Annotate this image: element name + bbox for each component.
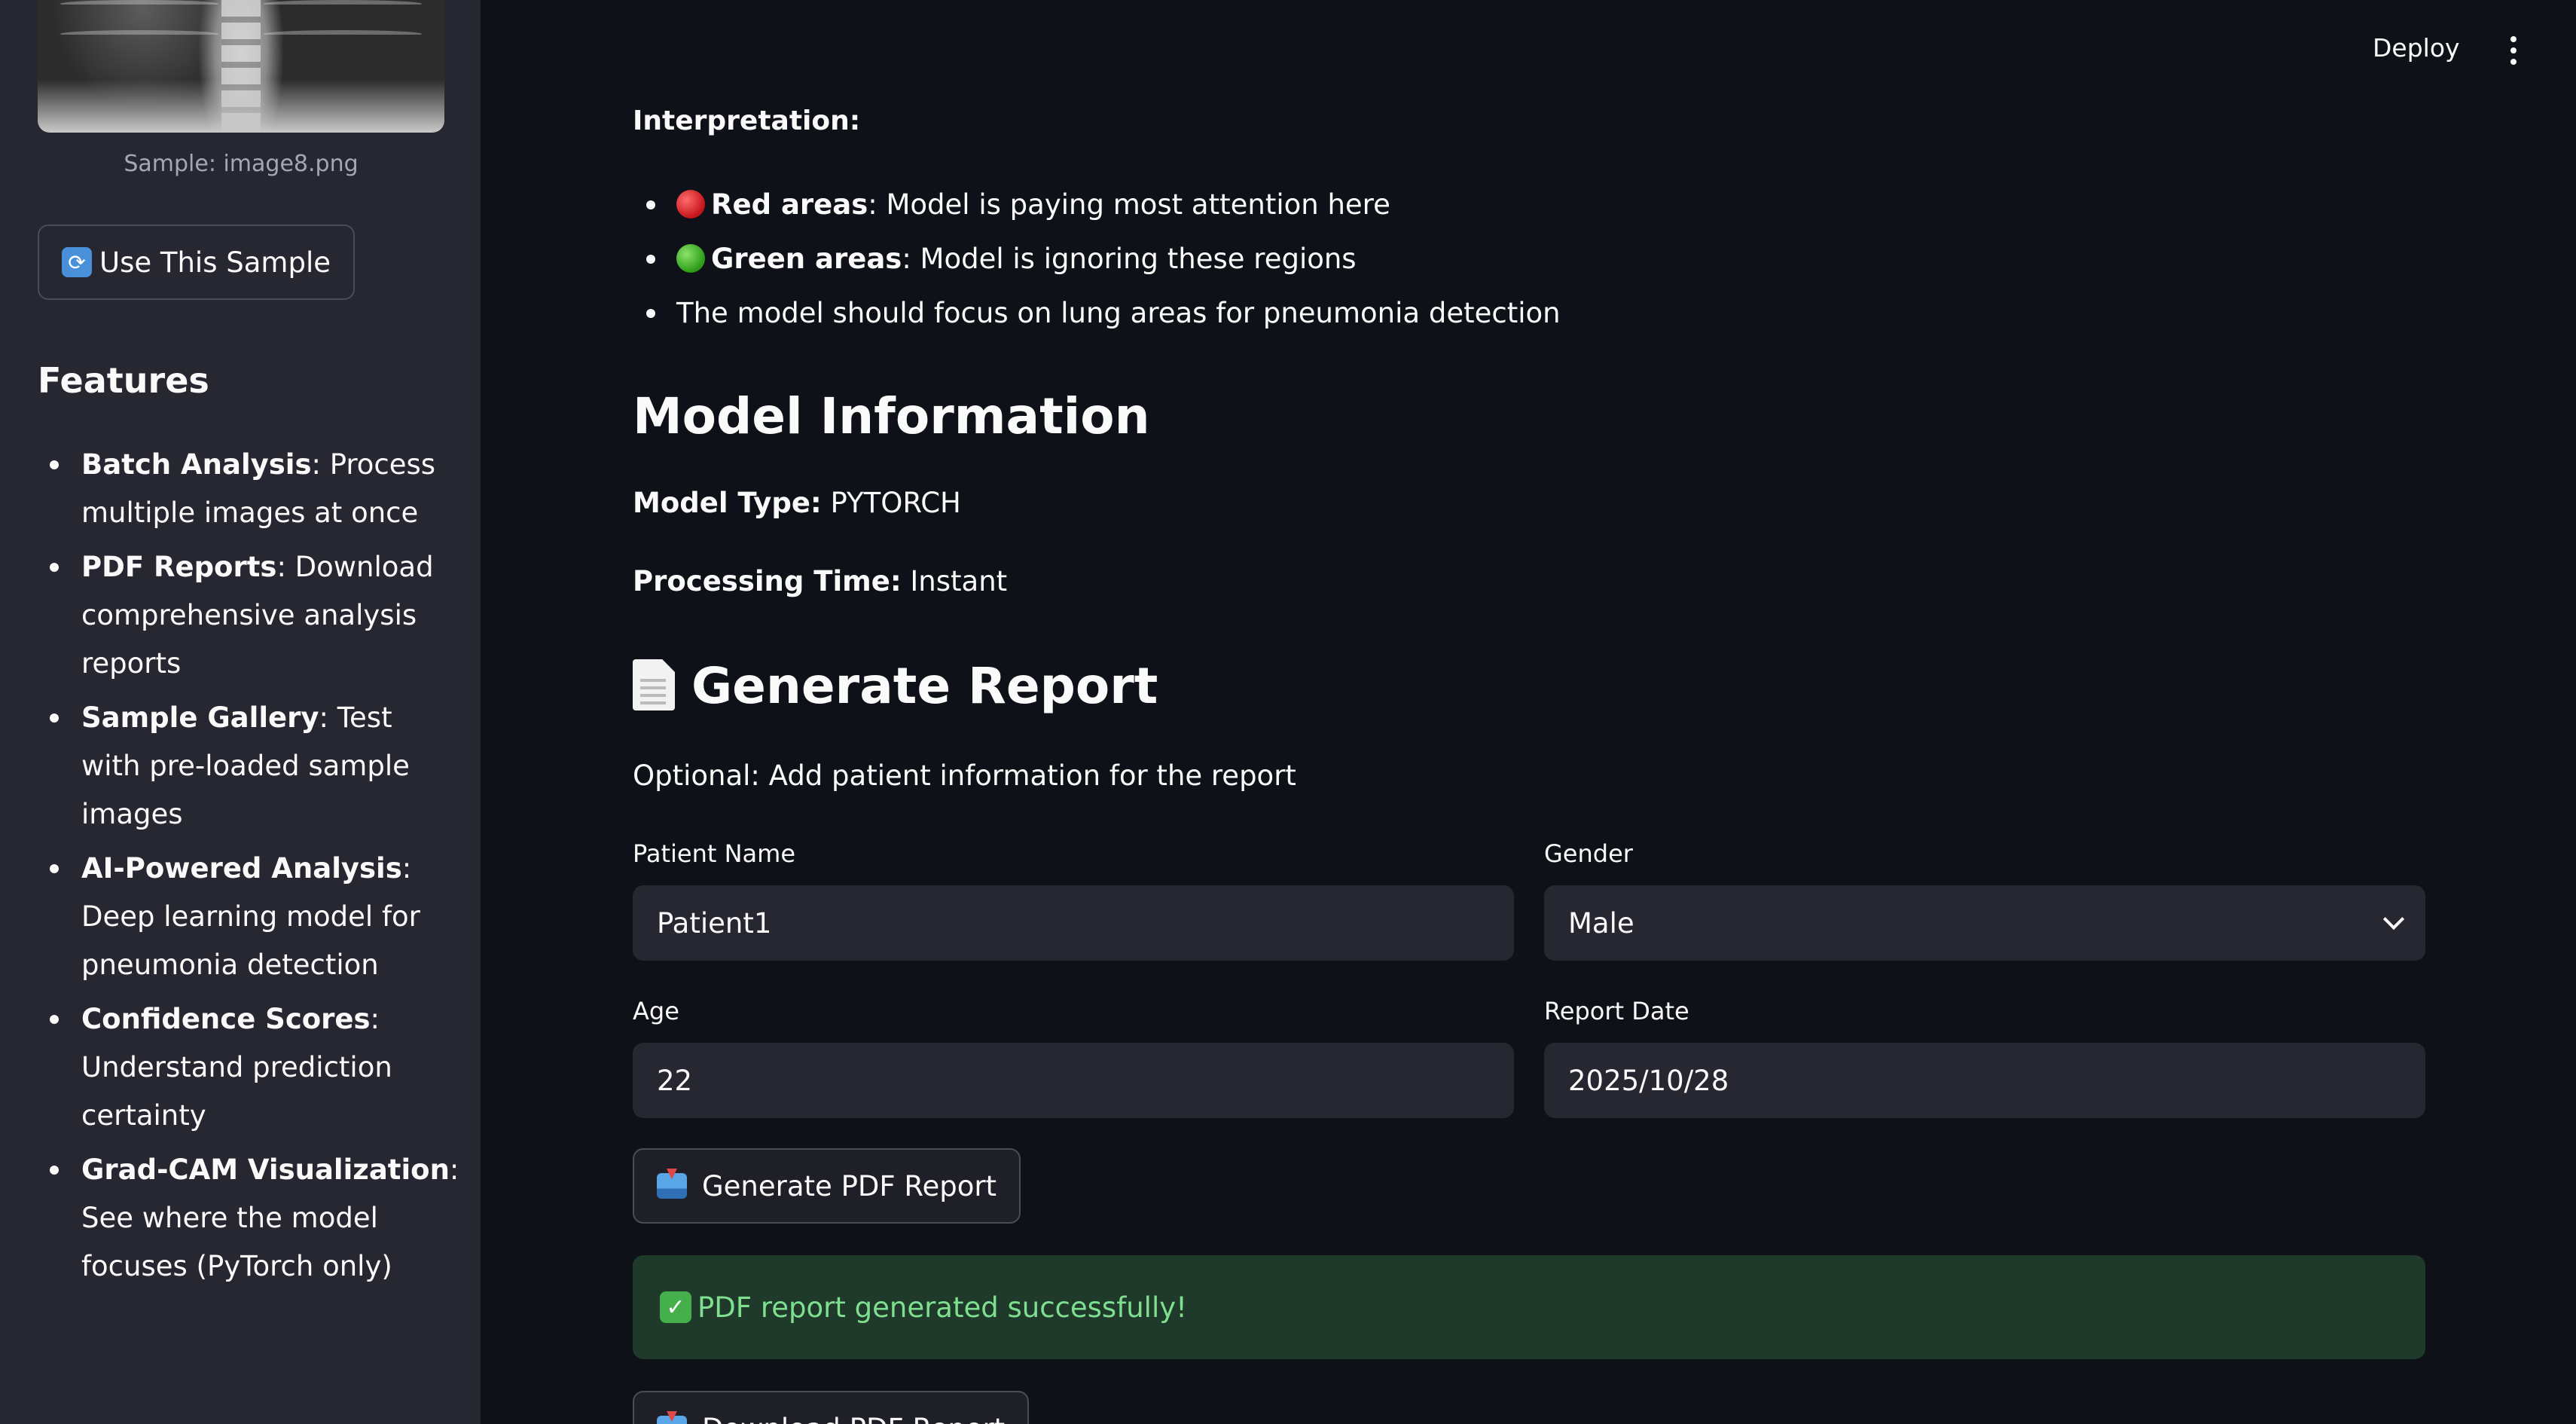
sidebar: Sample: image8.png ⟳ Use This Sample Fea… bbox=[0, 0, 481, 1424]
download-pdf-label: Download PDF Report bbox=[702, 1413, 1005, 1424]
feature-title: Sample Gallery bbox=[81, 701, 319, 734]
generate-pdf-label: Generate PDF Report bbox=[702, 1169, 997, 1202]
features-list: Batch Analysis: Process multiple images … bbox=[38, 441, 459, 1297]
model-info-heading: Model Information bbox=[633, 387, 1150, 445]
interpretation-bold: Red areas bbox=[711, 188, 868, 221]
model-type-label: Model Type: bbox=[633, 487, 822, 519]
feature-item: AI-Powered Analysis: Deep learning model… bbox=[38, 845, 459, 989]
gender-label: Gender bbox=[1544, 839, 1633, 868]
model-type-value: PYTORCH bbox=[830, 487, 961, 519]
feature-title: AI-Powered Analysis bbox=[81, 852, 402, 885]
success-alert: ✓ PDF report generated successfully! bbox=[633, 1255, 2425, 1359]
inbox-tray-icon bbox=[657, 1411, 687, 1424]
interpretation-text: : Model is paying most attention here bbox=[868, 188, 1390, 221]
feature-item: Batch Analysis: Process multiple images … bbox=[38, 441, 459, 537]
inbox-tray-icon bbox=[657, 1169, 687, 1199]
interpretation-heading: Interpretation: bbox=[633, 105, 861, 136]
patient-name-value: Patient1 bbox=[657, 906, 772, 940]
success-message: PDF report generated successfully! bbox=[697, 1291, 1187, 1324]
refresh-icon: ⟳ bbox=[62, 247, 92, 277]
generate-report-heading: Generate Report bbox=[633, 657, 1158, 715]
app-root: Sample: image8.png ⟳ Use This Sample Fea… bbox=[0, 0, 2576, 1424]
age-value: 22 bbox=[657, 1064, 693, 1097]
feature-title: Grad-CAM Visualization bbox=[81, 1154, 450, 1186]
feature-item: PDF Reports: Download comprehensive anal… bbox=[38, 543, 459, 688]
feature-item: Sample Gallery: Test with pre-loaded sam… bbox=[38, 694, 459, 839]
report-date-input[interactable]: 2025/10/28 bbox=[1544, 1043, 2425, 1118]
main-content: Interpretation: Red areas: Model is payi… bbox=[633, 0, 2425, 1424]
feature-title: PDF Reports bbox=[81, 551, 277, 583]
interpretation-item: Green areas: Model is ignoring these reg… bbox=[633, 232, 2139, 286]
green-circle-icon bbox=[676, 244, 705, 273]
interpretation-item: Red areas: Model is paying most attentio… bbox=[633, 178, 2139, 232]
report-subtitle: Optional: Add patient information for th… bbox=[633, 759, 1296, 792]
chevron-down-icon bbox=[2382, 908, 2405, 930]
check-mark-icon: ✓ bbox=[660, 1291, 691, 1323]
red-circle-icon bbox=[676, 190, 705, 218]
sample-xray-image bbox=[38, 0, 444, 133]
patient-name-label: Patient Name bbox=[633, 839, 795, 868]
gender-select[interactable]: Male bbox=[1544, 885, 2425, 961]
patient-name-input[interactable]: Patient1 bbox=[633, 885, 1514, 961]
interpretation-text: The model should focus on lung areas for… bbox=[676, 297, 1561, 329]
age-label: Age bbox=[633, 997, 679, 1025]
features-heading: Features bbox=[38, 360, 209, 401]
use-sample-button[interactable]: ⟳ Use This Sample bbox=[38, 225, 355, 300]
feature-title: Confidence Scores bbox=[81, 1003, 371, 1035]
use-sample-label: Use This Sample bbox=[99, 246, 331, 279]
interpretation-list: Red areas: Model is paying most attentio… bbox=[633, 178, 2139, 341]
processing-time-row: Processing Time: Instant bbox=[633, 564, 1007, 600]
sample-caption: Sample: image8.png bbox=[124, 151, 359, 177]
age-input[interactable]: 22 bbox=[633, 1043, 1514, 1118]
interpretation-item: The model should focus on lung areas for… bbox=[633, 286, 2139, 341]
gender-value: Male bbox=[1568, 906, 1634, 940]
interpretation-bold: Green areas bbox=[711, 243, 902, 275]
generate-report-title: Generate Report bbox=[691, 657, 1158, 715]
document-icon bbox=[633, 659, 675, 710]
interpretation-text: : Model is ignoring these regions bbox=[902, 243, 1357, 275]
report-date-value: 2025/10/28 bbox=[1568, 1064, 1729, 1097]
feature-item: Confidence Scores: Understand prediction… bbox=[38, 995, 459, 1140]
model-type-row: Model Type: PYTORCH bbox=[633, 485, 961, 521]
download-pdf-button[interactable]: Download PDF Report bbox=[633, 1391, 1030, 1424]
more-vert-icon[interactable] bbox=[2502, 36, 2525, 66]
feature-title: Batch Analysis bbox=[81, 448, 312, 481]
generate-pdf-button[interactable]: Generate PDF Report bbox=[633, 1148, 1021, 1224]
report-date-label: Report Date bbox=[1544, 997, 1689, 1025]
processing-time-label: Processing Time: bbox=[633, 565, 902, 597]
feature-item: Grad-CAM Visualization: See where the mo… bbox=[38, 1146, 459, 1291]
processing-time-value: Instant bbox=[910, 565, 1008, 597]
